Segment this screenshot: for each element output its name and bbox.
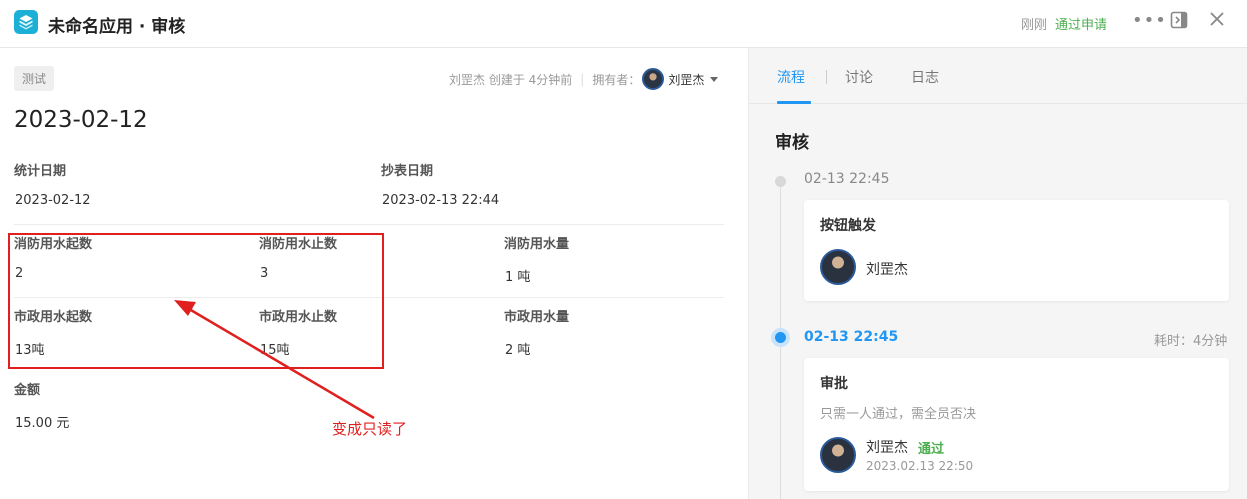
panel-title: 审核 bbox=[775, 133, 809, 153]
more-icon[interactable]: ••• bbox=[1132, 10, 1167, 31]
tab-log[interactable]: 日志 bbox=[911, 67, 939, 87]
muni-amount-label: 市政用水量 bbox=[504, 310, 570, 325]
record-meta: 刘罡杰 创建于 4分钟前 | 拥有者： 刘罡杰 bbox=[449, 68, 719, 90]
creator-meta: 刘罡杰 创建于 4分钟前 bbox=[449, 72, 573, 87]
avatar bbox=[820, 249, 856, 285]
stat-date-label: 统计日期 bbox=[14, 164, 67, 179]
app-cube-icon bbox=[14, 10, 38, 34]
timeline-dot-current bbox=[771, 328, 790, 347]
header-status: 通过申请 bbox=[1055, 18, 1108, 33]
muni-amount-value: 2 吨 bbox=[505, 343, 531, 358]
tab-workflow[interactable]: 流程 bbox=[777, 67, 805, 87]
tab-divider bbox=[826, 70, 827, 84]
timeline-time: 02-13 22:45 bbox=[804, 171, 890, 187]
avatar bbox=[820, 437, 856, 473]
owner-avatar[interactable] bbox=[642, 68, 665, 90]
page-title: 未命名应用 · 审核 bbox=[48, 17, 186, 37]
timeline-duration: 耗时：4分钟 bbox=[1154, 334, 1228, 349]
stat-date-value: 2023-02-12 bbox=[15, 193, 91, 208]
timeline-card-approval: 审批 只需一人通过，需全员否决 刘罡杰 通过 2023.02.13 22:50 bbox=[804, 358, 1229, 491]
timeline-dot-done bbox=[775, 176, 786, 187]
amount-label: 金额 bbox=[14, 383, 41, 398]
card-title: 审批 bbox=[820, 376, 848, 392]
person-name: 刘罡杰 bbox=[866, 262, 908, 278]
card-title: 按钮触发 bbox=[820, 218, 876, 234]
approval-timestamp: 2023.02.13 22:50 bbox=[866, 459, 974, 473]
meta-divider: | bbox=[580, 72, 585, 86]
record-title: 2023-02-12 bbox=[14, 107, 148, 133]
fire-amount-label: 消防用水量 bbox=[504, 237, 570, 252]
amount-value: 15.00 元 bbox=[15, 416, 70, 431]
owner-dropdown-caret-icon[interactable] bbox=[710, 76, 719, 82]
tab-discussion[interactable]: 讨论 bbox=[845, 67, 873, 87]
copy-date-label: 抄表日期 bbox=[381, 164, 434, 179]
panel-tabs: 流程 讨论 日志 bbox=[749, 48, 1247, 104]
app-header: 未命名应用 · 审核 刚刚 通过申请 ••• bbox=[0, 0, 1247, 48]
timeline-card-trigger: 按钮触发 刘罡杰 bbox=[804, 200, 1229, 301]
workflow-panel: 流程 讨论 日志 审核 02-13 22:45 按钮触发 刘罡杰 02-13 2… bbox=[748, 48, 1247, 499]
approval-rule: 只需一人通过，需全员否决 bbox=[820, 407, 977, 422]
row-divider bbox=[14, 224, 724, 225]
record-tag: 测试 bbox=[14, 66, 55, 91]
side-panel-icon[interactable] bbox=[1170, 11, 1188, 33]
owner-label: 拥有者： bbox=[592, 72, 641, 87]
person-name: 刘罡杰 bbox=[866, 440, 908, 456]
approval-result-badge: 通过 bbox=[918, 442, 945, 457]
fire-amount-value: 1 吨 bbox=[505, 270, 531, 285]
header-time: 刚刚 bbox=[1021, 18, 1048, 33]
copy-date-value: 2023-02-13 22:44 bbox=[382, 193, 500, 208]
annotation-highlight-box bbox=[8, 233, 384, 369]
close-icon[interactable] bbox=[1208, 10, 1226, 32]
owner-name[interactable]: 刘罡杰 bbox=[668, 71, 704, 88]
active-tab-indicator bbox=[777, 101, 811, 104]
timeline-time-current: 02-13 22:45 bbox=[804, 329, 899, 345]
annotation-text: 变成只读了 bbox=[332, 420, 408, 438]
